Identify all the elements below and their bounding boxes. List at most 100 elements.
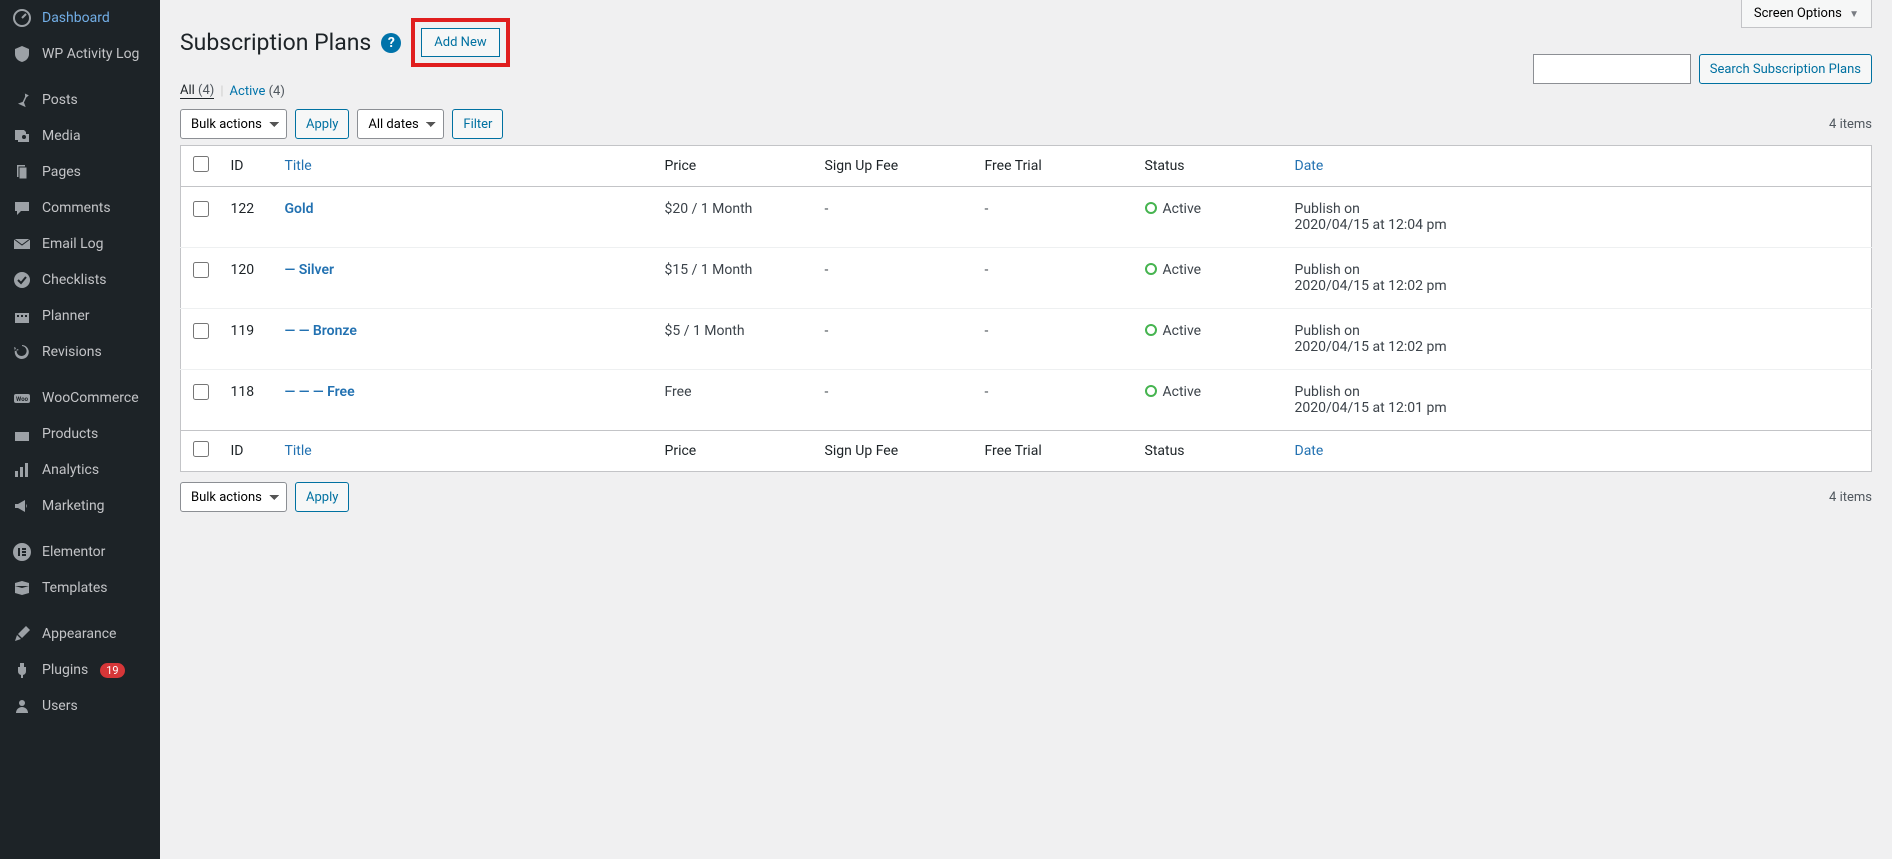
sidebar-item-wp-activity-log[interactable]: WP Activity Log xyxy=(0,36,160,72)
col-price: Price xyxy=(655,146,815,187)
sidebar-item-woocommerce[interactable]: WooWooCommerce xyxy=(0,380,160,416)
elem-icon xyxy=(12,542,32,562)
sidebar-item-media[interactable]: Media xyxy=(0,118,160,154)
sidebar-item-products[interactable]: Products xyxy=(0,416,160,452)
bottom-toolbar: Bulk actions Apply 4 items xyxy=(180,482,1872,512)
plan-title-link[interactable]: Gold xyxy=(285,201,314,217)
page-title: Subscription Plans xyxy=(180,29,371,56)
row-trial: - xyxy=(975,309,1135,370)
screen-options-button[interactable]: Screen Options ▼ xyxy=(1741,0,1872,28)
admin-sidebar: DashboardWP Activity LogPostsMediaPagesC… xyxy=(0,0,160,859)
row-status: Active xyxy=(1135,370,1285,431)
dash-icon xyxy=(12,8,32,28)
row-status: Active xyxy=(1135,187,1285,248)
row-date: Publish on2020/04/15 at 12:04 pm xyxy=(1285,187,1872,248)
sidebar-item-label: Posts xyxy=(42,92,78,108)
help-icon[interactable]: ? xyxy=(381,33,401,53)
brush-icon xyxy=(12,624,32,644)
items-count-top: 4 items xyxy=(1829,117,1872,132)
row-checkbox[interactable] xyxy=(193,262,209,278)
bulk-actions-select-bottom[interactable]: Bulk actions xyxy=(180,482,287,512)
plans-table: ID Title Price Sign Up Fee Free Trial St… xyxy=(180,145,1872,472)
sidebar-item-users[interactable]: Users xyxy=(0,688,160,724)
col-trial: Free Trial xyxy=(975,146,1135,187)
status-active-icon xyxy=(1145,263,1157,275)
row-checkbox[interactable] xyxy=(193,323,209,339)
row-checkbox[interactable] xyxy=(193,201,209,217)
table-row: 120— Silver$15 / 1 Month--ActivePublish … xyxy=(181,248,1872,309)
view-filters: All (4) | Active (4) xyxy=(180,83,1872,99)
top-toolbar: Bulk actions Apply All dates Filter 4 it… xyxy=(180,109,1872,139)
row-price: $15 / 1 Month xyxy=(655,248,815,309)
svg-text:Woo: Woo xyxy=(16,396,29,403)
sidebar-item-analytics[interactable]: Analytics xyxy=(0,452,160,488)
sidebar-item-label: Appearance xyxy=(42,626,116,642)
row-checkbox[interactable] xyxy=(193,384,209,400)
screen-options-label: Screen Options xyxy=(1754,6,1842,21)
sidebar-item-pages[interactable]: Pages xyxy=(0,154,160,190)
plan-title-link[interactable]: Free xyxy=(327,384,355,400)
col-signup: Sign Up Fee xyxy=(815,146,975,187)
row-date: Publish on2020/04/15 at 12:02 pm xyxy=(1285,248,1872,309)
table-row: 119— — Bronze$5 / 1 Month--ActivePublish… xyxy=(181,309,1872,370)
apply-button[interactable]: Apply xyxy=(295,109,349,139)
sidebar-item-marketing[interactable]: Marketing xyxy=(0,488,160,524)
row-status: Active xyxy=(1135,309,1285,370)
search-button[interactable]: Search Subscription Plans xyxy=(1699,54,1872,84)
items-count-bottom: 4 items xyxy=(1829,490,1872,505)
pin-icon xyxy=(12,90,32,110)
bulk-actions-select[interactable]: Bulk actions xyxy=(180,109,287,139)
dates-select[interactable]: All dates xyxy=(357,109,444,139)
filter-all[interactable]: All (4) xyxy=(180,83,214,99)
sidebar-item-label: Checklists xyxy=(42,272,107,288)
plan-title-link[interactable]: Silver xyxy=(299,262,334,278)
col-status: Status xyxy=(1135,146,1285,187)
col-id: ID xyxy=(221,146,275,187)
select-all-bottom[interactable] xyxy=(193,441,209,457)
row-date: Publish on2020/04/15 at 12:01 pm xyxy=(1285,370,1872,431)
sidebar-item-posts[interactable]: Posts xyxy=(0,82,160,118)
add-new-button[interactable]: Add New xyxy=(421,28,499,57)
sidebar-item-dashboard[interactable]: Dashboard xyxy=(0,0,160,36)
plan-title-link[interactable]: Bronze xyxy=(313,323,357,339)
row-id: 120 xyxy=(221,248,275,309)
screen-options: Screen Options ▼ xyxy=(1741,0,1872,28)
sidebar-item-plugins[interactable]: Plugins 19 xyxy=(0,652,160,688)
search-input[interactable] xyxy=(1533,54,1691,84)
sidebar-item-comments[interactable]: Comments xyxy=(0,190,160,226)
row-trial: - xyxy=(975,370,1135,431)
tpl-icon xyxy=(12,578,32,598)
update-badge: 19 xyxy=(100,663,124,678)
select-all-top[interactable] xyxy=(193,156,209,172)
table-row: 118— — — FreeFree--ActivePublish on2020/… xyxy=(181,370,1872,431)
sidebar-item-label: Templates xyxy=(42,580,108,596)
col-title[interactable]: Title xyxy=(275,146,655,187)
sidebar-item-email-log[interactable]: Email Log xyxy=(0,226,160,262)
sidebar-item-elementor[interactable]: Elementor xyxy=(0,534,160,570)
row-price: Free xyxy=(655,370,815,431)
sidebar-item-label: Elementor xyxy=(42,544,105,560)
status-active-icon xyxy=(1145,324,1157,336)
sidebar-item-label: Users xyxy=(42,698,78,714)
shield-icon xyxy=(12,44,32,64)
sidebar-item-planner[interactable]: Planner xyxy=(0,298,160,334)
filter-button[interactable]: Filter xyxy=(452,109,503,139)
apply-button-bottom[interactable]: Apply xyxy=(295,482,349,512)
sidebar-item-templates[interactable]: Templates xyxy=(0,570,160,606)
filter-active[interactable]: Active (4) xyxy=(230,84,285,99)
row-trial: - xyxy=(975,187,1135,248)
col-date[interactable]: Date xyxy=(1285,146,1872,187)
sidebar-item-appearance[interactable]: Appearance xyxy=(0,616,160,652)
row-price: $5 / 1 Month xyxy=(655,309,815,370)
table-row: 122Gold$20 / 1 Month--ActivePublish on20… xyxy=(181,187,1872,248)
sidebar-item-label: Plugins xyxy=(42,662,88,678)
sidebar-item-label: Revisions xyxy=(42,344,102,360)
row-id: 118 xyxy=(221,370,275,431)
mega-icon xyxy=(12,496,32,516)
sidebar-item-revisions[interactable]: Revisions xyxy=(0,334,160,370)
status-active-icon xyxy=(1145,202,1157,214)
check-icon xyxy=(12,270,32,290)
user-icon xyxy=(12,696,32,716)
sidebar-item-checklists[interactable]: Checklists xyxy=(0,262,160,298)
cal-icon xyxy=(12,306,32,326)
